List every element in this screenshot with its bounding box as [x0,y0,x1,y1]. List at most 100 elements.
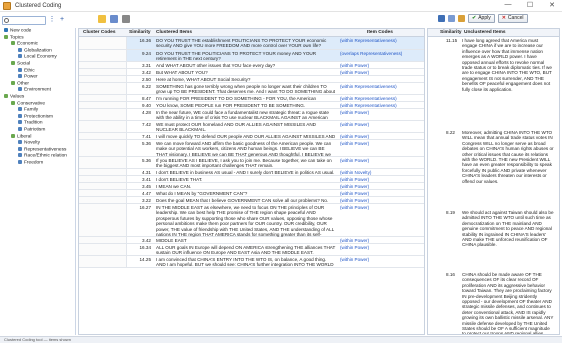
table-row[interactable]: 7.42 WE must protect OUR homeland AND OUR… [79,121,424,133]
tree-node[interactable]: Race/Ethnic relation [2,153,75,160]
list-item[interactable]: 8.19 We should act against Taiwan should … [428,209,559,271]
item-code-cell[interactable]: (within Power) [340,158,422,163]
tree-node[interactable]: Local Economy [2,54,75,61]
item-code-cell[interactable]: (within Power) [340,122,422,127]
tree-node[interactable]: New code [2,28,75,35]
tree-node[interactable]: Environment [2,87,75,94]
cluster-code-cell[interactable] [79,190,127,196]
item-code-cell[interactable]: (within Power) [340,205,422,210]
list-item[interactable]: 8.16 CHINA should be made aware OF THE co… [428,271,559,334]
item-code-cell[interactable]: (within Power) [340,257,422,262]
table-row[interactable]: 5.36 We can move forward AND affirm the b… [79,140,424,157]
tree-node[interactable]: Patriotism [2,126,75,134]
item-code-cell[interactable]: (overlaps Representativeness) [340,51,422,56]
header-similarity-right[interactable]: Similarity [440,30,462,35]
tree-node[interactable]: Freedom [2,159,75,167]
table-row[interactable]: 5.36 If you BELIEVE AS I BELIEVE, I ask y… [79,157,424,169]
cluster-code-cell[interactable] [79,157,127,168]
header-cluster-codes[interactable]: Cluster Codes [83,30,116,35]
cluster-icon[interactable] [438,15,445,22]
cluster-code-cell[interactable] [79,244,127,255]
item-code-cell[interactable]: (within Representativeness) [340,96,422,101]
cluster-code-cell[interactable] [79,69,127,75]
tree-node[interactable]: Ethic [2,67,75,75]
table-row[interactable]: 16.36 DO YOU TRUST THE establishment POLI… [79,37,424,50]
cluster-code-cell[interactable] [79,83,127,94]
cluster-code-cell[interactable] [79,37,127,49]
search-input[interactable] [2,15,46,25]
add-code-icon[interactable]: + [58,16,66,24]
item-code-cell[interactable]: (within Power) [340,63,422,68]
table-row[interactable]: 16.34 ALL OUR goals IN Europe will depend… [79,244,424,256]
folder-icon[interactable] [98,15,106,23]
item-code-cell[interactable]: (within Power) [340,177,422,182]
cluster-code-cell[interactable] [79,95,127,101]
cluster-code-cell[interactable] [79,62,127,68]
item-code-cell[interactable]: (within Power) [340,110,422,115]
cluster-code-cell[interactable] [79,121,127,132]
cluster-code-cell[interactable] [79,197,127,203]
table-row[interactable]: 4.31 I don't BELIEVE in business AS usual… [79,169,424,176]
tree-node[interactable]: Economic [2,41,75,48]
table-row[interactable]: 6.22 SOMETHING has gone terribly wrong wh… [79,83,424,95]
cluster-code-cell[interactable] [79,76,127,82]
tree-node[interactable]: Novelty [2,140,75,147]
item-code-cell[interactable]: (within Power) [340,198,422,203]
tree-node[interactable]: Tradition [2,120,75,127]
header-similarity[interactable]: Similarity [129,30,151,35]
table-row[interactable]: 16.27 IN THE MIDDLE EAST as elsewhere, we… [79,204,424,237]
item-code-cell[interactable]: (within Power) [340,141,422,146]
apply-button[interactable]: ✔ Apply [468,14,495,23]
item-code-cell[interactable]: (within Power) [340,191,422,196]
item-code-cell[interactable]: (within Novelty) [340,170,422,175]
tree-node[interactable]: Representativeness [2,146,75,154]
menu-icon[interactable]: ⋮ [48,16,56,24]
list-item[interactable]: 8.22 Moreover, admitting CHINA INTO THE W… [428,129,559,209]
tree-node[interactable]: Values [2,93,75,101]
delete-icon[interactable] [122,15,130,23]
cluster-code-cell[interactable] [79,140,127,156]
table-row[interactable]: 4.28 In the near future, WE could face a … [79,109,424,121]
list-item[interactable]: 11.15 I have long agreed that America mus… [428,37,559,129]
tree-node[interactable]: Protectionism [2,113,75,121]
cluster-code-cell[interactable] [79,102,127,108]
table-row[interactable]: 3.22 Does the goal MEAN that I believe GO… [79,197,424,204]
table-row[interactable]: 3.41 I don't BELIEVE THAT. (within Power) [79,176,424,183]
item-code-cell[interactable]: (within Power) [340,238,422,243]
tree-node[interactable]: Globalization [2,47,75,55]
item-code-cell[interactable]: (within Representativeness) [340,103,422,108]
table-row[interactable]: 14.25 I am convinced that CHINA'S ENTRY I… [79,256,424,268]
minimize-icon[interactable]: — [502,1,514,9]
table-row[interactable]: 3.42 MIDDLE EAST (within Power) [79,237,424,244]
maximize-icon[interactable]: ☐ [524,1,536,9]
cluster-code-cell[interactable] [79,109,127,120]
split-icon[interactable] [448,15,455,22]
item-code-cell[interactable]: (within Power) [340,184,422,189]
header-clustered-items[interactable]: Clustered Items [156,30,192,35]
cluster-code-cell[interactable] [79,183,127,189]
header-unclustered-items[interactable]: Unclustered Items [464,30,506,35]
table-row[interactable]: 7.41 I will move quickly TO defend OUR pe… [79,133,424,140]
table-row[interactable]: 4.47 What do I MEAN by "GOVERNMENT CAN"?(… [79,190,424,197]
table-row[interactable]: 9.24 DO YOU TRUST THE POLITICIANS TO PROT… [79,50,424,62]
table-row[interactable]: 2.50 Here at home, WHAT ABOUT Social Secu… [79,76,424,83]
table-row[interactable]: 8.47 I'm running FOR PRESIDENT TO DO SOME… [79,95,424,102]
tree-node[interactable]: Social [2,60,75,68]
save-icon[interactable] [110,15,118,23]
cluster-code-cell[interactable] [79,169,127,175]
settings-icon[interactable] [458,15,465,22]
close-icon[interactable]: ✕ [546,1,558,9]
cancel-button[interactable]: ✕ Cancel [497,14,528,23]
item-code-cell[interactable]: (within Power) [340,245,422,250]
item-code-cell[interactable]: (within Representativeness) [340,38,422,43]
table-row[interactable]: 3.31 And WHAT ABOUT other issues that YOU… [79,62,424,69]
cluster-code-cell[interactable] [79,133,127,139]
table-row[interactable]: 3.42 But WHAT ABOUT YOU? (within Power) [79,69,424,76]
tree-node[interactable]: Other [2,80,75,88]
tree-node[interactable]: Family [2,107,75,114]
tree-node[interactable]: Conservative [2,100,75,108]
table-row[interactable]: 9.40 YOU know, SOME PEOPLE run FOR PRESID… [79,102,424,109]
cluster-code-cell[interactable] [79,256,127,267]
cluster-code-cell[interactable] [79,204,127,236]
table-row[interactable]: 3.45 I MEAN we CAN. (within Power) [79,183,424,190]
